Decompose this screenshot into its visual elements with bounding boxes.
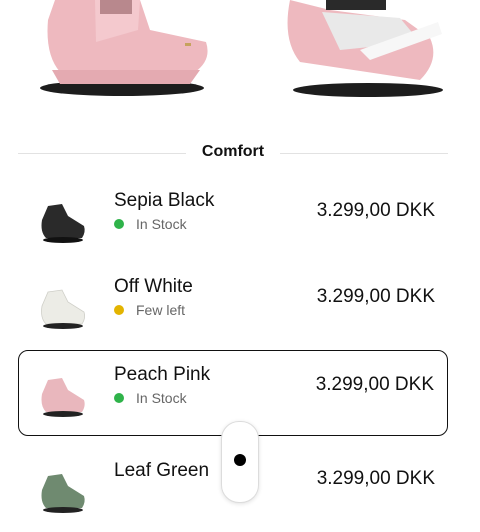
product-name: Sepia Black	[114, 190, 215, 211]
divider-right	[280, 153, 448, 154]
carrycot-thumbnail	[36, 366, 88, 420]
carrycot-open-image	[287, 0, 443, 97]
product-name: Off White	[114, 276, 193, 297]
product-price: 3.299,00 DKK	[315, 374, 434, 395]
product-name: Leaf Green	[114, 460, 210, 481]
stock-label: In Stock	[136, 216, 187, 232]
stock-label: In Stock	[136, 390, 187, 406]
product-price: 3.299,00 DKK	[316, 200, 435, 221]
scroll-handle[interactable]	[221, 421, 259, 503]
carrycot-thumbnail	[36, 192, 88, 246]
stock-indicator-dot	[114, 219, 124, 230]
stock-label: Few left	[136, 302, 186, 318]
carrycot-side-image	[40, 0, 208, 96]
product-price: 3.299,00 DKK	[316, 468, 435, 489]
stock-status: In Stock	[114, 216, 187, 232]
section-title: Comfort	[201, 143, 265, 160]
stock-status: Few left	[114, 302, 185, 318]
product-name: Peach Pink	[114, 364, 211, 385]
carrycot-thumbnail	[36, 278, 88, 332]
product-option-sepia-black[interactable]: Sepia Black In Stock 3.299,00 DKK	[18, 176, 448, 262]
section-header: Comfort	[18, 138, 448, 168]
stock-indicator-dot	[114, 393, 124, 404]
carrycot-thumbnail	[36, 462, 88, 516]
scroll-dot-icon	[234, 454, 246, 466]
product-option-off-white[interactable]: Off White Few left 3.299,00 DKK	[18, 262, 448, 348]
stock-indicator-dot	[114, 305, 124, 316]
product-hero-images	[0, 0, 480, 125]
product-price: 3.299,00 DKK	[316, 286, 435, 307]
stock-status: In Stock	[114, 390, 187, 406]
